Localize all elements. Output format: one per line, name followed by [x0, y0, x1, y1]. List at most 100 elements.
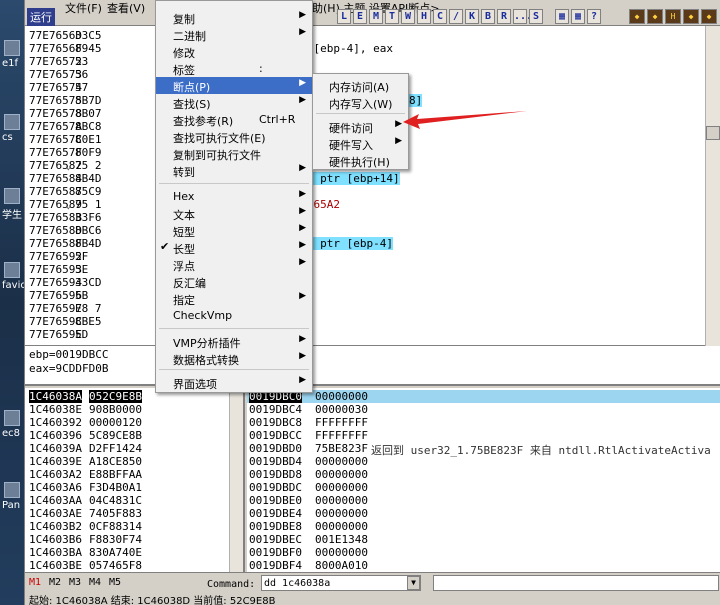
disasm-row[interactable]: 77E7656F 8945 ptr [ebp-4], eax — [25, 42, 705, 55]
disasm-row[interactable]: 77E7658F 8B4D word ptr [ebp-4] — [25, 237, 705, 250]
context-menu-item[interactable]: VMP分析插件 ▶ — [156, 333, 312, 350]
context-menu-item[interactable]: 短型 ▶ — [156, 222, 312, 239]
stack-row[interactable]: 0019DBF0 00000000 — [247, 546, 720, 559]
context-menu-item[interactable]: 指定 ▶ — [156, 290, 312, 307]
plugin-icon[interactable]: ◆ — [629, 9, 645, 24]
dump-row[interactable]: 1C4603A2 E88BFFAA — [25, 468, 229, 481]
dump-row[interactable]: 1C4603AE 7405F883 — [25, 507, 229, 520]
plugin-icon[interactable]: H — [665, 9, 681, 24]
disasm-row[interactable]: 77E76597E8 710 — [25, 302, 705, 315]
desktop-icon[interactable] — [4, 410, 20, 426]
stack-row[interactable]: 0019DBCC FFFFFFFF — [247, 429, 720, 442]
tab-m1[interactable]: M1 — [29, 577, 41, 588]
toolbar-button[interactable]: E — [353, 9, 367, 24]
context-menu-item[interactable]: 复制 ▶ — [156, 9, 312, 26]
stack-row[interactable]: 0019DBD0 75BE823F 返回到 user32_1.75BE823F 来自… — [247, 442, 720, 457]
toolbar-button[interactable]: K — [465, 9, 479, 24]
context-menu-item[interactable]: 二进制 ▶ — [156, 26, 312, 43]
context-menu-item[interactable]: 修改 — [156, 43, 312, 60]
dump-row[interactable]: 1C4603BE 057465F8 — [25, 559, 229, 572]
disasm-row[interactable]: 77E76589 ⌄ 75 1 77E765A2 — [25, 198, 705, 211]
memory-dump-pane[interactable]: 1C46038A 052C9E8B 1C46038E 908B0000 1C460392… — [25, 388, 245, 572]
desktop-icon[interactable] — [4, 114, 20, 130]
disasm-row[interactable]: 77E76592 5F — [25, 250, 705, 263]
context-menu-item[interactable]: 转到 ▶ — [156, 162, 312, 179]
plugin-icon[interactable]: ◆ — [647, 9, 663, 24]
disasm-row[interactable]: 77E7659C8BE5ebp — [25, 315, 705, 328]
context-menu-item[interactable]: 浮点 ▶ — [156, 256, 312, 273]
grid-icon[interactable]: ▦ — [555, 9, 569, 24]
tab-m2[interactable]: M2 — [49, 577, 61, 588]
context-menu-item[interactable]: 查找可执行文件(E) — [156, 128, 312, 145]
tab-m4[interactable]: M4 — [89, 577, 101, 588]
menu-file[interactable]: 文件(F) — [65, 0, 102, 16]
stack-pane[interactable]: 0019DBC0 00000000 0019DBC4 00000030 0019DBC8… — [247, 388, 720, 572]
context-menu-item[interactable]: CheckVmp — [156, 307, 312, 324]
plugin-icon[interactable]: ◆ — [683, 9, 699, 24]
toolbar-button[interactable]: W — [401, 9, 415, 24]
disasm-row[interactable]: 77E76572 53 — [25, 55, 705, 68]
desktop-icon[interactable] — [4, 40, 20, 56]
scroll-thumb[interactable] — [706, 126, 720, 140]
toolbar-button[interactable]: R — [497, 9, 511, 24]
dump-row[interactable]: 1C46039A D2FF1424 — [25, 442, 229, 455]
desktop-icon[interactable] — [4, 262, 20, 278]
plugin-icon[interactable]: ◆ — [701, 9, 717, 24]
stack-row[interactable]: 0019DBD4 00000000 — [247, 455, 720, 468]
stack-row[interactable]: 0019DBE8 00000000 — [247, 520, 720, 533]
context-menu-item[interactable]: 反汇编 — [156, 273, 312, 290]
toolbar-button[interactable]: H — [417, 9, 431, 24]
stack-row[interactable]: 0019DBDC 00000000 — [247, 481, 720, 494]
disasm-row[interactable]: 77E7658D8BC6esi — [25, 224, 705, 237]
disasm-scrollbar[interactable] — [705, 26, 720, 346]
submenu-item[interactable]: 硬件执行(H) — [313, 152, 408, 169]
submenu-item[interactable]: 内存访问(A) — [313, 77, 408, 94]
stack-row[interactable]: 0019DBC0 00000000 — [247, 390, 720, 403]
dump-row[interactable]: 1C460392 00000120 — [25, 416, 229, 429]
dump-row[interactable]: 1C4603A6 F3D4B0A1 — [25, 481, 229, 494]
disasm-row[interactable]: 77E7659433CDebp — [25, 276, 705, 289]
toolbar-button[interactable]: C — [433, 9, 447, 24]
submenu-item[interactable]: 硬件访问 ▶ — [313, 118, 408, 135]
chevron-down-icon[interactable]: ▼ — [407, 576, 420, 590]
stack-row[interactable]: 0019DBC8 FFFFFFFF — [247, 416, 720, 429]
toolbar-button[interactable]: S — [529, 9, 543, 24]
menu-view[interactable]: 查看(V) — [107, 0, 145, 16]
desktop-icon[interactable] — [4, 188, 20, 204]
stack-row[interactable]: 0019DBE4 00000000 — [247, 507, 720, 520]
disasm-row[interactable]: 77E7658B33F6esi — [25, 211, 705, 224]
dump-row[interactable]: 1C4603B2 0CF88314 — [25, 520, 229, 533]
stack-row[interactable]: 0019DBEC 001E1348 — [247, 533, 720, 546]
context-menu-item[interactable]: 查找参考(R) Ctrl+R — [156, 111, 312, 128]
disasm-row[interactable]: 77E76596 5B — [25, 289, 705, 302]
submenu-item[interactable]: 硬件写入 ▶ — [313, 135, 408, 152]
stack-row[interactable]: 0019DBF4 8000A010 — [247, 559, 720, 572]
toolbar-button[interactable]: L — [337, 9, 351, 24]
context-menu-item[interactable]: 标签: — [156, 60, 312, 77]
dump-row[interactable]: 1C4603B6 F8830F74 — [25, 533, 229, 546]
disasm-row[interactable]: 77E7659E 5D — [25, 328, 705, 341]
toolbar-button[interactable]: ... — [513, 9, 532, 24]
toolbar-button[interactable]: B — [481, 9, 495, 24]
disasm-row[interactable]: 77E76584 8B4D word ptr [ebp+14] — [25, 172, 705, 185]
dump-scrollbar[interactable] — [229, 388, 243, 572]
disasm-row[interactable]: 77E7658785C9ecx — [25, 185, 705, 198]
stack-row[interactable]: 0019DBC4 00000030 — [247, 403, 720, 416]
context-menu-item[interactable]: 复制到可执行文件 — [156, 145, 312, 162]
context-menu-item[interactable]: 界面选项 ▶ — [156, 374, 312, 391]
context-menu-item[interactable]: 文本 ▶ — [156, 205, 312, 222]
tab-m3[interactable]: M3 — [69, 577, 81, 588]
dump-row[interactable]: 1C4603AA 04C4831C — [25, 494, 229, 507]
dump-row[interactable]: 1C4603BA 830A740E — [25, 546, 229, 559]
tab-m5[interactable]: M5 — [109, 577, 121, 588]
stack-row[interactable]: 0019DBD8 00000000 — [247, 468, 720, 481]
toolbar-button[interactable]: M — [369, 9, 383, 24]
desktop-icon[interactable] — [4, 482, 20, 498]
context-menu-item[interactable]: ✔ 长型 ▶ — [156, 239, 312, 256]
dump-row[interactable]: 1C460396 5C89CE8B — [25, 429, 229, 442]
stack-row[interactable]: 0019DBE0 00000000 — [247, 494, 720, 507]
toolbar-button[interactable]: / — [449, 9, 463, 24]
context-menu-item[interactable]: 断点(P) ▶ — [156, 77, 312, 94]
grid-icon[interactable]: ▦ — [571, 9, 585, 24]
disasm-row[interactable]: 77E7656D33C5ebp — [25, 29, 705, 42]
